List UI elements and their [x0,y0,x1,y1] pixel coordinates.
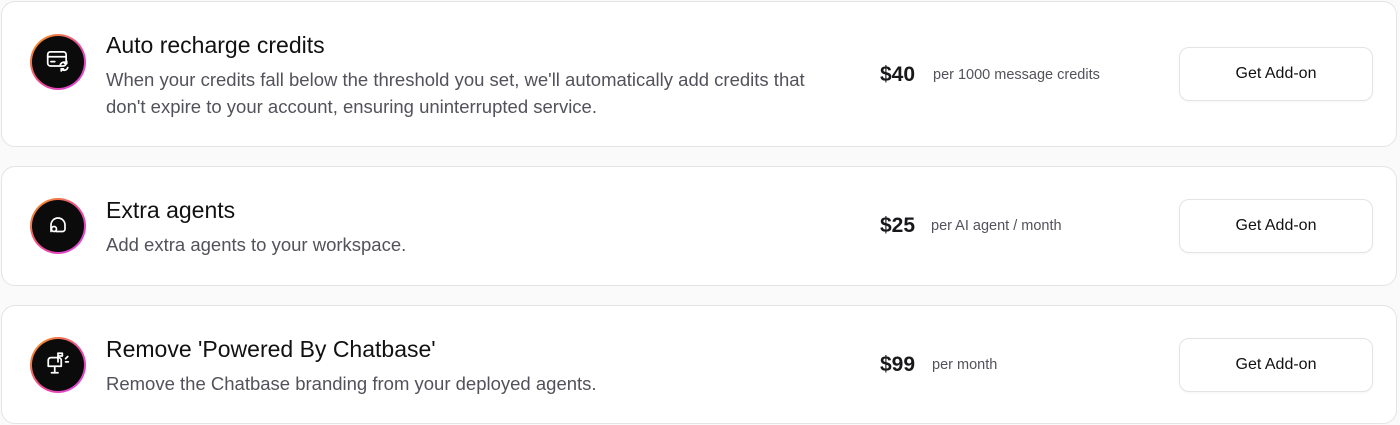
addon-price-unit: per 1000 message credits [933,67,1100,83]
addon-card-remove-branding: Remove 'Powered By Chatbase' Remove the … [1,305,1397,424]
addon-price: $40 [880,63,916,86]
addon-card-extra-agents: Extra agents Add extra agents to your wo… [1,166,1397,286]
get-addon-button[interactable]: Get Add-on [1179,199,1373,253]
credit-card-refresh-icon [45,47,71,78]
addon-title: Extra agents [106,197,236,223]
addon-icon-ring [30,34,86,90]
get-addon-button[interactable]: Get Add-on [1179,47,1373,101]
addon-price-unit: per AI agent / month [931,218,1062,234]
agent-icon [46,212,70,241]
mailbox-icon [45,350,71,381]
addon-title: Auto recharge credits [106,32,325,58]
addon-price: $99 [880,353,916,376]
addon-icon-ring [30,198,86,254]
addon-description: Add extra agents to your workspace. [106,234,407,255]
addon-card-auto-recharge: Auto recharge credits When your credits … [1,1,1397,147]
addon-description: When your credits fall below the thresho… [106,69,805,117]
addon-title: Remove 'Powered By Chatbase' [106,336,436,362]
addon-description: Remove the Chatbase branding from your d… [106,373,597,394]
addon-price: $25 [880,214,916,237]
get-addon-button[interactable]: Get Add-on [1179,338,1373,392]
addon-price-unit: per month [932,357,998,373]
addon-icon-ring [30,337,86,393]
